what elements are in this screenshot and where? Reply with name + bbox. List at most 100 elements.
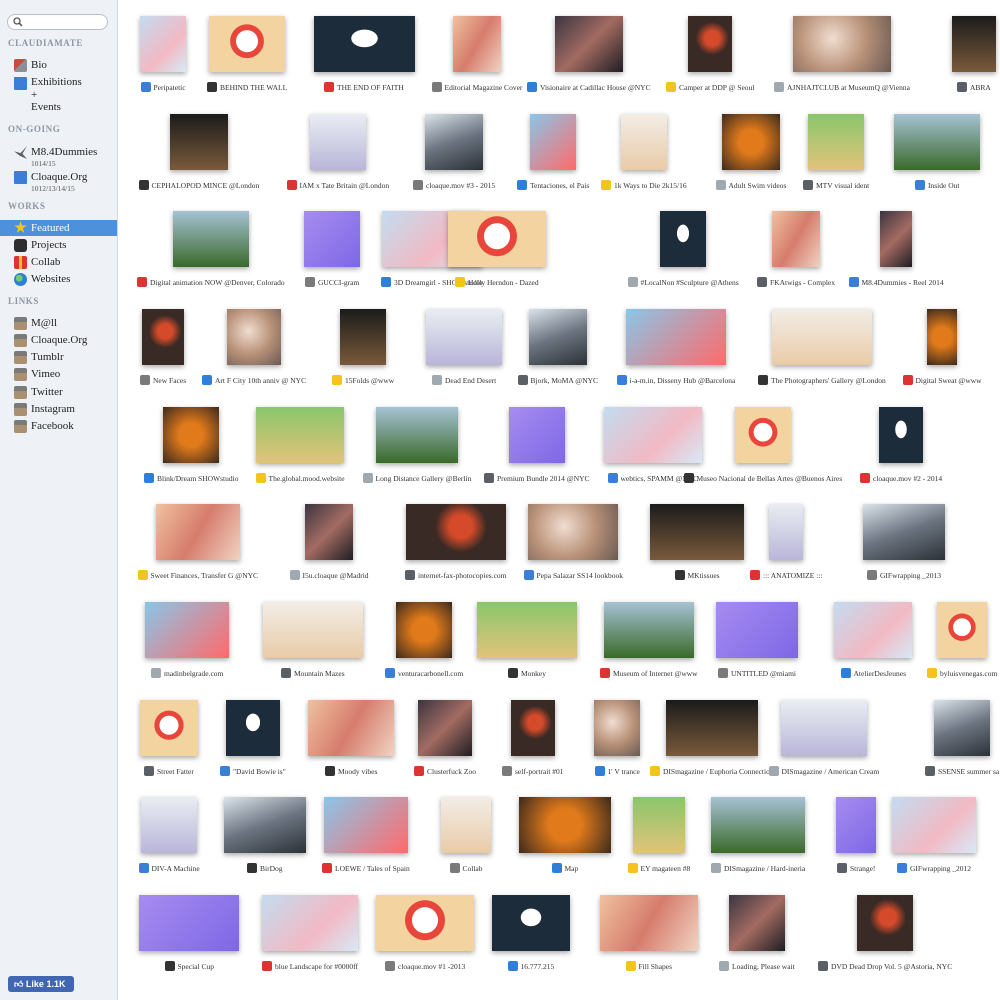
work-thumbnail[interactable] — [660, 211, 706, 267]
work-thumbnail[interactable] — [894, 114, 980, 170]
work-thumbnail[interactable] — [836, 797, 876, 853]
work-thumbnail[interactable] — [834, 602, 912, 658]
work-thumbnail[interactable] — [934, 700, 990, 756]
work-thumbnail[interactable] — [528, 504, 618, 560]
work-thumbnail[interactable] — [340, 309, 386, 365]
work-thumbnail[interactable] — [722, 114, 780, 170]
work-caption[interactable]: The.global.mood.website — [255, 473, 345, 484]
sidebar-link-mall[interactable]: M@ll — [0, 316, 117, 330]
work-thumbnail[interactable] — [426, 309, 502, 365]
search-box[interactable] — [7, 14, 108, 30]
work-caption[interactable]: Camper at DDP @ Seoul — [666, 82, 754, 93]
work-caption[interactable]: "David Bowie is" — [220, 766, 286, 777]
work-thumbnail[interactable] — [772, 309, 872, 365]
work-caption[interactable]: blue Landscape for #0000ff — [262, 961, 358, 972]
work-thumbnail[interactable] — [304, 211, 360, 267]
work-thumbnail[interactable] — [735, 407, 791, 463]
work-caption[interactable]: Sweet Finances, Transfer G @NYC — [137, 570, 258, 581]
work-thumbnail[interactable] — [305, 504, 353, 560]
work-thumbnail[interactable] — [313, 16, 415, 72]
work-thumbnail[interactable] — [633, 797, 685, 853]
work-caption[interactable]: DISmagazine / Euphoria Connection — [650, 766, 774, 777]
work-thumbnail[interactable] — [418, 700, 472, 756]
work-caption[interactable]: I5u.cloaque @Madrid — [289, 570, 369, 581]
sidebar-link-tumblr[interactable]: Tumblr — [0, 350, 117, 364]
sidebar-link-vimeo[interactable]: Vimeo — [0, 367, 117, 381]
work-caption[interactable]: cloaque.mov #1 -2013 — [385, 961, 465, 972]
work-caption[interactable]: i-a-m.in, Disseny Hub @Barcelona — [616, 375, 735, 386]
work-caption[interactable]: madinbelgrade.com — [151, 668, 223, 679]
work-caption[interactable]: SSENSE summer sa — [925, 766, 999, 777]
work-caption[interactable]: GIFwrapping _2013 — [867, 570, 941, 581]
facebook-like-button[interactable]: 👍︎ Like 1.1K — [8, 976, 74, 992]
work-thumbnail[interactable] — [448, 211, 546, 267]
work-caption[interactable]: Map — [551, 863, 578, 874]
work-thumbnail[interactable] — [857, 895, 913, 951]
work-caption[interactable]: Inside Out — [915, 180, 959, 191]
work-thumbnail[interactable] — [324, 797, 408, 853]
work-caption[interactable]: Dead End Desert — [432, 375, 496, 386]
work-thumbnail[interactable] — [937, 602, 987, 658]
work-caption[interactable]: Strange! — [837, 863, 875, 874]
work-thumbnail[interactable] — [492, 895, 570, 951]
work-thumbnail[interactable] — [600, 895, 698, 951]
work-thumbnail[interactable] — [511, 700, 555, 756]
work-thumbnail[interactable] — [716, 602, 798, 658]
work-caption[interactable]: Digital Sweat @www — [902, 375, 982, 386]
work-thumbnail[interactable] — [927, 309, 957, 365]
work-caption[interactable]: 1k Ways to Die 2k15/16 — [601, 180, 687, 191]
work-thumbnail[interactable] — [880, 211, 912, 267]
work-thumbnail[interactable] — [688, 16, 732, 72]
work-caption[interactable]: UNTITLED @miami — [718, 668, 796, 679]
work-caption[interactable]: AJNHAJTCLUB at MuseumQ @Vienna — [774, 82, 910, 93]
work-thumbnail[interactable] — [425, 114, 483, 170]
work-thumbnail[interactable] — [376, 407, 458, 463]
work-caption[interactable]: Adult Swim videos — [715, 180, 786, 191]
work-thumbnail[interactable] — [952, 16, 996, 72]
work-thumbnail[interactable] — [262, 895, 358, 951]
sidebar-item-exhibitions[interactable]: Exhibitions + Events — [0, 76, 117, 114]
work-caption[interactable]: ::: ANATOMIZE ::: — [750, 570, 822, 581]
work-thumbnail[interactable] — [227, 309, 281, 365]
work-thumbnail[interactable] — [879, 407, 923, 463]
sidebar-item-bio[interactable]: Bio — [0, 58, 117, 72]
work-caption[interactable]: EY magateen #8 — [627, 863, 690, 874]
work-thumbnail[interactable] — [519, 797, 611, 853]
work-caption[interactable]: Mountain Mazes — [281, 668, 345, 679]
work-caption[interactable]: Editorial Magazine Cover — [431, 82, 522, 93]
work-caption[interactable]: New Faces — [140, 375, 186, 386]
work-caption[interactable]: Loading, Please wait — [719, 961, 795, 972]
work-thumbnail[interactable] — [530, 114, 576, 170]
work-caption[interactable]: BirDog — [247, 863, 283, 874]
work-thumbnail[interactable] — [406, 504, 506, 560]
work-thumbnail[interactable] — [626, 309, 726, 365]
work-caption[interactable]: Monkey — [508, 668, 546, 679]
work-thumbnail[interactable] — [308, 700, 394, 756]
work-caption[interactable]: Digital animation NOW @Denver, Colorado — [137, 277, 285, 288]
work-caption[interactable]: DISmagazine / American Cream — [768, 766, 879, 777]
work-thumbnail[interactable] — [769, 504, 803, 560]
work-thumbnail[interactable] — [209, 16, 285, 72]
work-caption[interactable]: venturacarbonell.com — [385, 668, 463, 679]
work-caption[interactable]: cloaque.mov #3 - 2015 — [413, 180, 495, 191]
work-thumbnail[interactable] — [139, 895, 239, 951]
work-caption[interactable]: Street Fatter — [144, 766, 194, 777]
work-thumbnail[interactable] — [772, 211, 820, 267]
work-caption[interactable]: DVD Dead Drop Vol. 5 @Astoria, NYC — [818, 961, 952, 972]
work-caption[interactable]: 16.777.215 — [507, 961, 554, 972]
sidebar-link-facebook[interactable]: Facebook — [0, 419, 117, 433]
sidebar-link-cloaque[interactable]: Cloaque.Org — [0, 333, 117, 347]
work-caption[interactable]: M8.4Dummies - Reel 2014 — [848, 277, 944, 288]
work-caption[interactable]: THE END OF FAITH — [324, 82, 404, 93]
work-thumbnail[interactable] — [142, 309, 184, 365]
work-caption[interactable]: Moody vibes — [325, 766, 377, 777]
work-caption[interactable]: Tentaciones, el Pais — [517, 180, 589, 191]
work-caption[interactable]: Peripatetic — [140, 82, 186, 93]
work-caption[interactable]: Special Cup — [164, 961, 214, 972]
work-thumbnail[interactable] — [396, 602, 452, 658]
work-thumbnail[interactable] — [781, 700, 867, 756]
work-caption[interactable]: BEHIND THE WALL — [207, 82, 287, 93]
work-caption[interactable]: 15Folds @www — [332, 375, 394, 386]
work-caption[interactable]: Collab — [449, 863, 483, 874]
work-thumbnail[interactable] — [863, 504, 945, 560]
